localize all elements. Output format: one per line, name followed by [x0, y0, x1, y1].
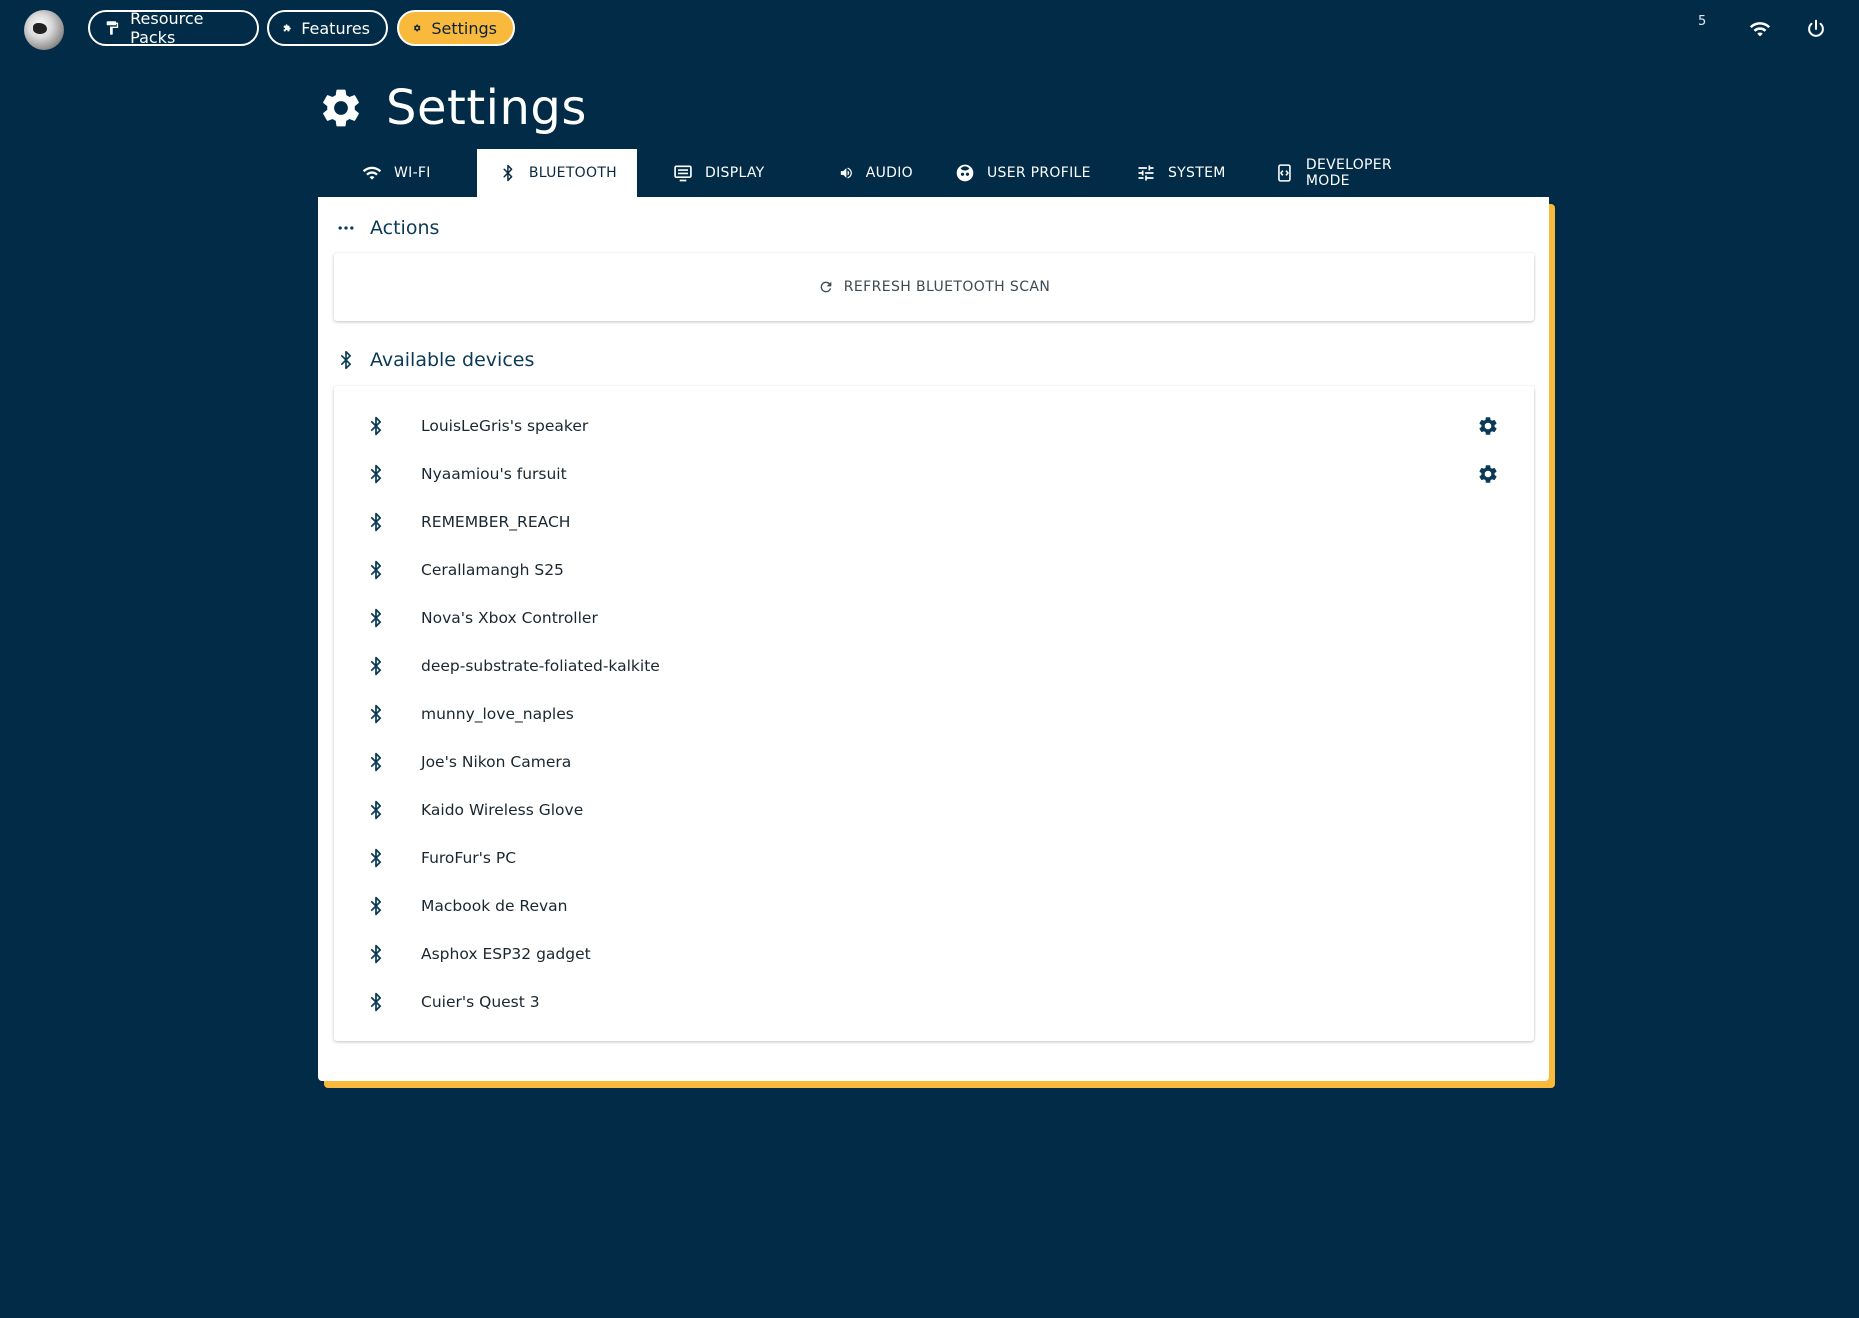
nav-resource-packs-label: Resource Packs	[130, 9, 204, 47]
notification-count: 5	[1698, 14, 1707, 29]
bluetooth-icon	[503, 164, 513, 182]
device-name: Cerallamangh S25	[421, 561, 564, 579]
nav-resource-packs-button[interactable]: Resource Packs	[88, 9, 259, 47]
speaker-icon	[840, 167, 852, 179]
refresh-icon	[820, 281, 832, 293]
devices-section-title: Available devices	[370, 349, 535, 371]
display-icon	[674, 165, 692, 182]
device-name: REMEMBER_REACH	[421, 513, 571, 531]
device-list-item[interactable]: Joe's Nikon Camera	[334, 738, 1534, 786]
device-list-item[interactable]: Asphox ESP32 gadget	[334, 930, 1534, 978]
nav-settings-label: Settings	[431, 18, 497, 38]
device-list-item[interactable]: LouisLeGris's speaker	[334, 402, 1534, 450]
bluetooth-icon	[341, 350, 351, 370]
actions-section-title: Actions	[370, 217, 440, 239]
device-list-item[interactable]: Nova's Xbox Controller	[334, 594, 1534, 642]
devices-section-header: Available devices	[336, 349, 534, 371]
device-name: Macbook de Revan	[421, 897, 568, 915]
device-list-item[interactable]: Cuier's Quest 3	[334, 978, 1534, 1026]
device-name: Cuier's Quest 3	[421, 993, 540, 1011]
bluetooth-icon	[370, 464, 382, 484]
app-logo[interactable]	[24, 10, 64, 50]
device-list-item[interactable]: Macbook de Revan	[334, 882, 1534, 930]
device-list-item[interactable]: Cerallamangh S25	[334, 546, 1534, 594]
gear-icon	[413, 24, 421, 32]
tab-system-label: System	[1168, 165, 1226, 181]
device-list-item[interactable]: deep-substrate-foliated-kalkite	[334, 642, 1534, 690]
device-name: Nova's Xbox Controller	[421, 609, 598, 627]
developer-icon	[1278, 164, 1291, 182]
device-name: Joe's Nikon Camera	[421, 753, 572, 771]
sliders-icon	[1138, 165, 1154, 181]
bluetooth-icon	[370, 416, 382, 436]
tab-developer-mode[interactable]: Developer Mode	[1253, 149, 1453, 197]
devices-panel: LouisLeGris's speaker Nyaamiou's fursuit R…	[334, 386, 1534, 1041]
tab-wifi[interactable]: Wi-Fi	[318, 149, 477, 197]
tab-system[interactable]: System	[1116, 149, 1253, 197]
nav-features-button[interactable]: Features	[267, 10, 388, 46]
page-title: Settings	[318, 80, 587, 136]
device-name: Kaido Wireless Glove	[421, 801, 584, 819]
bluetooth-icon	[370, 608, 382, 628]
refresh-bluetooth-scan-button[interactable]: Refresh Bluetooth scan	[334, 253, 1534, 321]
bluetooth-icon	[370, 704, 382, 724]
puzzle-icon	[283, 24, 291, 32]
tab-user-profile-label: User Profile	[987, 165, 1091, 181]
device-list-item[interactable]: munny_love_naples	[334, 690, 1534, 738]
settings-tabs: Wi-Fi Bluetooth Display Audio User Profi…	[318, 149, 1453, 197]
tab-audio-label: Audio	[865, 165, 913, 181]
settings-gear-icon	[323, 89, 359, 127]
actions-section-header: Actions	[336, 217, 439, 239]
device-name: Nyaamiou's fursuit	[421, 465, 567, 483]
gear-icon[interactable]	[1477, 415, 1499, 437]
paint-roller-icon	[106, 21, 119, 35]
device-list-item[interactable]: Nyaamiou's fursuit	[334, 450, 1534, 498]
bluetooth-icon	[370, 752, 382, 772]
nav-settings-button[interactable]: Settings	[397, 10, 515, 46]
actions-panel: Refresh Bluetooth scan	[334, 253, 1534, 321]
face-icon	[956, 164, 974, 182]
tab-audio[interactable]: Audio	[803, 149, 933, 197]
bluetooth-settings-card: Actions Refresh Bluetooth scan Available…	[318, 197, 1549, 1081]
bluetooth-icon	[370, 896, 382, 916]
device-list-item[interactable]: Kaido Wireless Glove	[334, 786, 1534, 834]
tab-wifi-label: Wi-Fi	[394, 165, 431, 181]
power-icon[interactable]	[1805, 18, 1827, 40]
tab-display-label: Display	[705, 165, 765, 181]
bluetooth-icon	[370, 800, 382, 820]
tab-user-profile[interactable]: User Profile	[933, 149, 1116, 197]
device-name: LouisLeGris's speaker	[421, 417, 589, 435]
bluetooth-icon	[370, 848, 382, 868]
device-name: deep-substrate-foliated-kalkite	[421, 657, 660, 675]
device-name: munny_love_naples	[421, 705, 574, 723]
tab-developer-mode-label: Developer Mode	[1305, 157, 1392, 189]
refresh-bluetooth-scan-label: Refresh Bluetooth scan	[843, 279, 1051, 295]
nav-features-label: Features	[301, 18, 370, 38]
bluetooth-icon	[370, 944, 382, 964]
tab-bluetooth[interactable]: Bluetooth	[477, 149, 637, 197]
bluetooth-icon	[370, 560, 382, 580]
tab-display[interactable]: Display	[637, 149, 803, 197]
gear-icon[interactable]	[1477, 463, 1499, 485]
bluetooth-icon	[370, 512, 382, 532]
bluetooth-icon	[370, 992, 382, 1012]
device-name: FuroFur's PC	[421, 849, 517, 867]
top-bar: Resource Packs Features Settings 5	[0, 0, 1859, 58]
device-list-item[interactable]: REMEMBER_REACH	[334, 498, 1534, 546]
device-list-item[interactable]: FuroFur's PC	[334, 834, 1534, 882]
more-horizontal-icon	[338, 226, 354, 230]
wifi-icon	[362, 166, 382, 180]
wifi-status-icon[interactable]	[1749, 18, 1771, 40]
page-title-text: Settings	[386, 80, 587, 136]
bluetooth-icon	[370, 656, 382, 676]
device-name: Asphox ESP32 gadget	[421, 945, 591, 963]
tab-bluetooth-label: Bluetooth	[528, 165, 617, 181]
